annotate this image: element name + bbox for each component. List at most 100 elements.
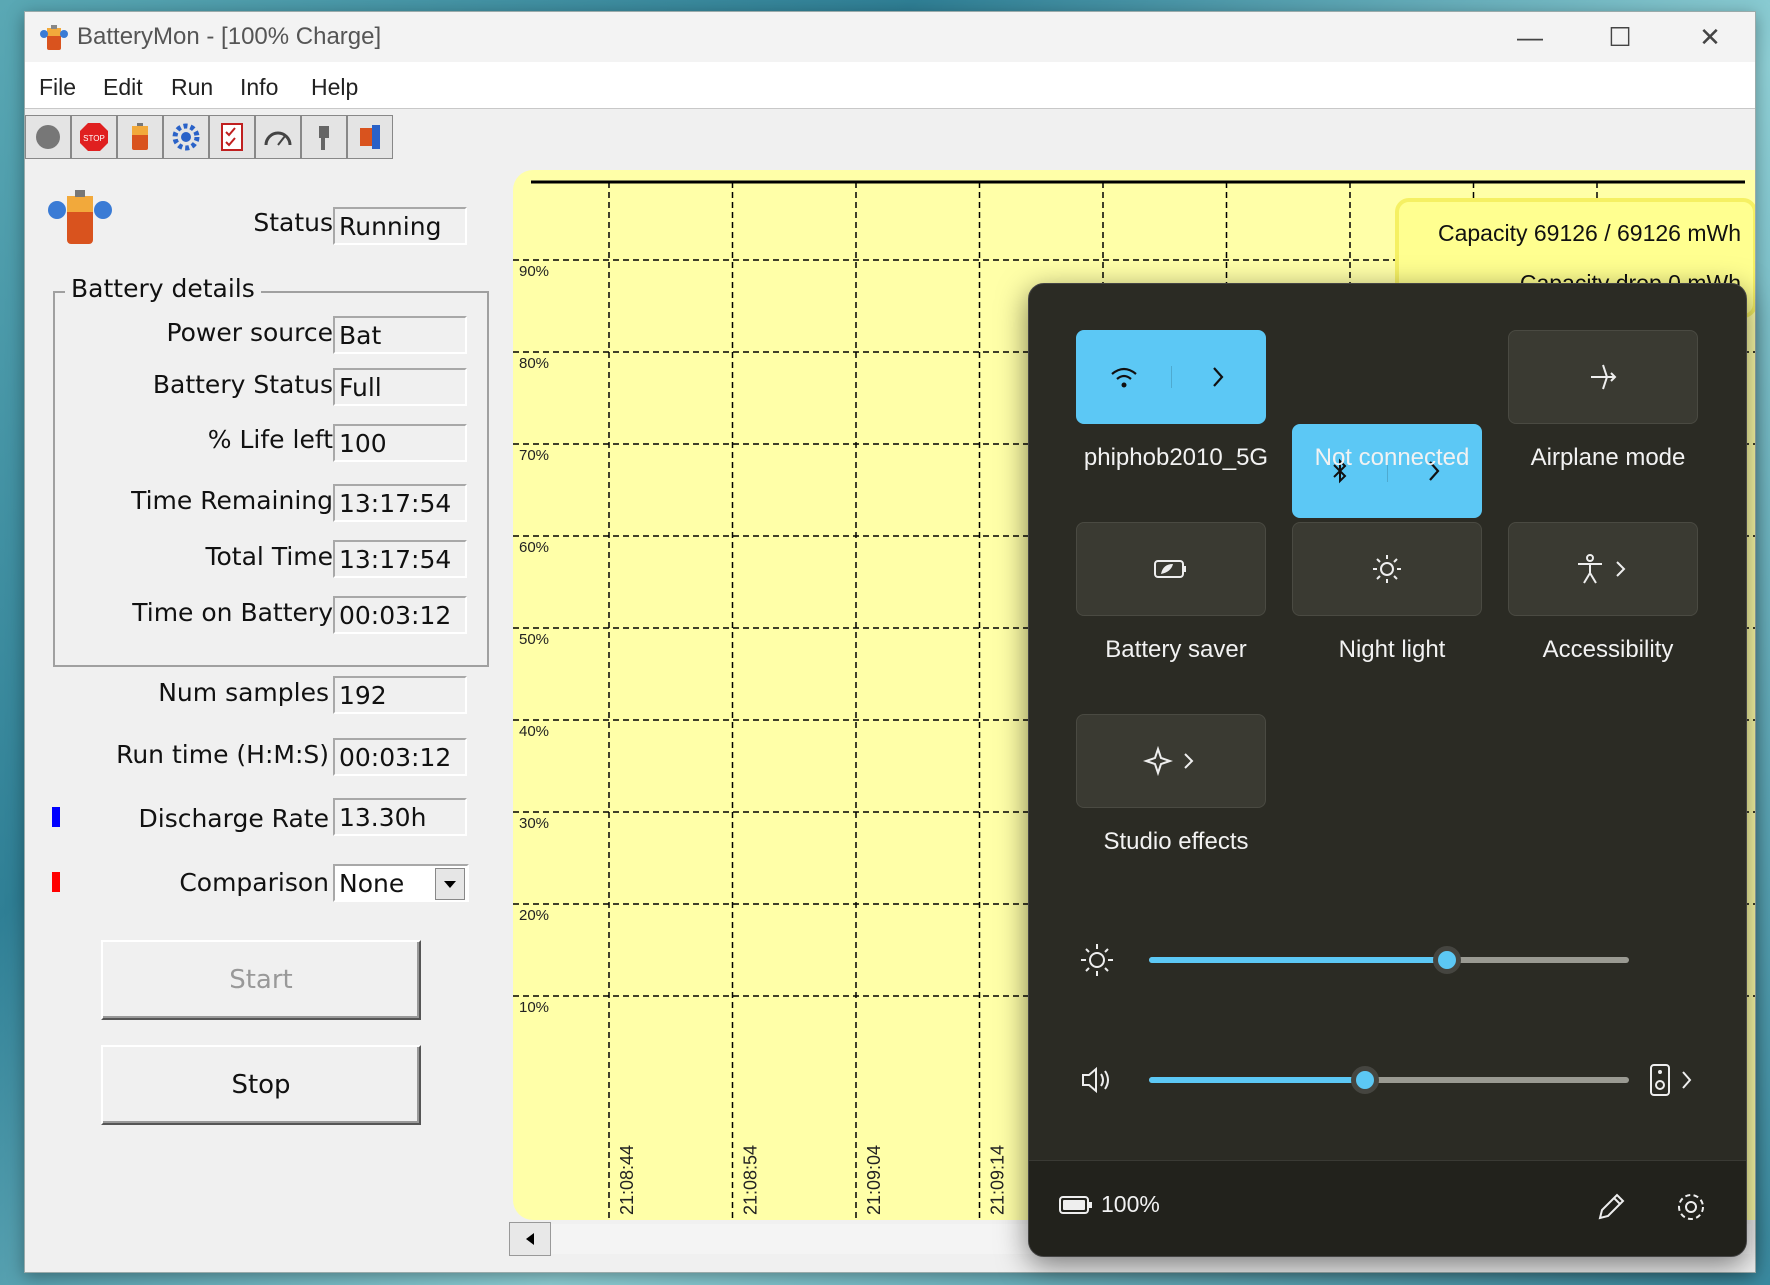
battery-details-title: Battery details: [65, 274, 261, 303]
comparison-label: Comparison: [179, 868, 329, 897]
battery-full-icon: [1059, 1195, 1092, 1214]
bluetooth-label: Not connected: [1314, 444, 1470, 471]
edit-pencil-icon[interactable]: [1595, 1191, 1627, 1223]
settings-gear-icon[interactable]: [1675, 1191, 1707, 1223]
life-left-label: % Life left: [207, 425, 333, 454]
time-remaining-label: Time Remaining: [131, 486, 333, 515]
chart-y-tick: 30%: [519, 815, 549, 832]
tools-icon[interactable]: [347, 115, 393, 159]
status-field: Running: [333, 207, 467, 245]
minimize-button[interactable]: —: [1485, 12, 1575, 62]
menu-file[interactable]: File: [39, 74, 76, 101]
menu-edit[interactable]: Edit: [103, 74, 143, 101]
brightness-fill: [1149, 957, 1447, 963]
quick-settings-footer: 100%: [1029, 1160, 1746, 1256]
volume-slider[interactable]: [1149, 1064, 1629, 1096]
comparison-select-value: None: [339, 869, 405, 898]
total-time-label: Total Time: [205, 542, 333, 571]
battery-status-label: Battery Status: [152, 370, 333, 399]
menu-info[interactable]: Info: [240, 74, 278, 101]
airplane-icon: [1591, 364, 1617, 390]
night-light-icon: [1373, 555, 1401, 583]
chart-x-tick: 21:09:04: [864, 1145, 884, 1215]
battery-percent: 100%: [1101, 1191, 1160, 1217]
accessibility-tile[interactable]: [1508, 522, 1698, 616]
close-button[interactable]: ✕: [1665, 12, 1755, 62]
menu-run[interactable]: Run: [171, 74, 213, 101]
volume-fill: [1149, 1077, 1365, 1083]
num-samples-field: 192: [333, 676, 467, 714]
start-button[interactable]: Start: [101, 940, 421, 1020]
brightness-icon: [1081, 944, 1113, 976]
title-bar[interactable]: BatteryMon - [100% Charge] — ☐ ✕: [25, 12, 1755, 62]
airplane-mode-tile[interactable]: [1508, 330, 1698, 424]
time-on-battery-field: 00:03:12: [333, 596, 467, 634]
battery-saver-tile[interactable]: [1076, 522, 1266, 616]
wifi-expand[interactable]: [1170, 366, 1266, 388]
airplane-mode-label: Airplane mode: [1530, 444, 1686, 471]
status-label: Status: [253, 208, 333, 237]
stop-circle-icon[interactable]: [25, 115, 71, 159]
discharge-rate-field: 13.30h: [333, 798, 467, 836]
svg-text:STOP: STOP: [83, 134, 105, 143]
window-title: BatteryMon - [100% Charge]: [77, 23, 382, 50]
power-source-field: Bat: [333, 316, 467, 354]
arrow-left-icon: [526, 1233, 534, 1245]
wifi-label: phiphob2010_5G: [1083, 444, 1269, 471]
chart-y-tick: 40%: [519, 723, 549, 740]
battery-saver-label: Battery saver: [1105, 636, 1247, 663]
chart-y-tick: 10%: [519, 999, 549, 1016]
wifi-icon: [1111, 367, 1137, 388]
checklist-icon[interactable]: [209, 115, 255, 159]
volume-icon: [1082, 1066, 1109, 1094]
studio-effects-tile[interactable]: [1076, 714, 1266, 808]
comparison-select[interactable]: None: [333, 864, 469, 902]
brightness-thumb[interactable]: [1433, 946, 1461, 974]
chart-y-tick: 60%: [519, 539, 549, 556]
life-left-field: 100: [333, 424, 467, 462]
power-source-label: Power source: [166, 318, 333, 347]
brightness-slider[interactable]: [1149, 944, 1629, 976]
battery-status-button[interactable]: 100%: [1059, 1191, 1160, 1218]
chevron-down-icon[interactable]: [435, 868, 465, 900]
chart-y-tick: 50%: [519, 631, 549, 648]
stop-sign-icon[interactable]: STOP: [71, 115, 117, 159]
menu-help[interactable]: Help: [311, 74, 358, 101]
maximize-button[interactable]: ☐: [1575, 12, 1665, 62]
scroll-left-button[interactable]: [509, 1222, 551, 1256]
chart-x-tick: 21:09:14: [988, 1145, 1008, 1215]
volume-thumb[interactable]: [1351, 1066, 1379, 1094]
wifi-toggle[interactable]: [1077, 365, 1171, 389]
battery-status-field: Full: [333, 368, 467, 406]
chevron-right-icon: [1184, 753, 1194, 769]
audio-output-button[interactable]: [1649, 1060, 1719, 1100]
discharge-rate-label: Discharge Rate: [138, 804, 330, 833]
batterymon-app-icon: [40, 25, 68, 50]
chart-y-tick: 20%: [519, 907, 549, 924]
menu-bar: File Edit Run Info Help: [25, 62, 1755, 109]
chevron-right-icon: [1682, 1071, 1692, 1089]
run-time-label: Run time (H:M:S): [116, 740, 329, 769]
plug-icon[interactable]: [301, 115, 347, 159]
studio-effects-label: Studio effects: [1103, 828, 1249, 855]
wifi-tile[interactable]: [1076, 330, 1266, 424]
quick-settings-panel: phiphob2010_5G Not connected Airplane mo…: [1028, 283, 1747, 1257]
chart-x-tick: 21:08:54: [741, 1145, 761, 1215]
gauge-icon[interactable]: [255, 115, 301, 159]
accessibility-icon: [1578, 554, 1602, 584]
battery-saver-icon: [1154, 560, 1186, 578]
run-time-field: 00:03:12: [333, 738, 467, 776]
night-light-label: Night light: [1338, 636, 1446, 663]
capacity-info: Capacity 69126 / 69126 mWh: [1437, 220, 1741, 246]
total-time-field: 13:17:54: [333, 540, 467, 578]
stop-button[interactable]: Stop: [101, 1045, 421, 1125]
battery-icon[interactable]: [117, 115, 163, 159]
chart-x-tick: 21:08:44: [617, 1145, 637, 1215]
settings-icon[interactable]: [163, 115, 209, 159]
accessibility-label: Accessibility: [1542, 636, 1674, 663]
chevron-right-icon: [1213, 367, 1224, 387]
night-light-tile[interactable]: [1292, 522, 1482, 616]
num-samples-label: Num samples: [158, 678, 329, 707]
chevron-right-icon: [1616, 561, 1626, 577]
chart-y-tick: 70%: [519, 447, 549, 464]
